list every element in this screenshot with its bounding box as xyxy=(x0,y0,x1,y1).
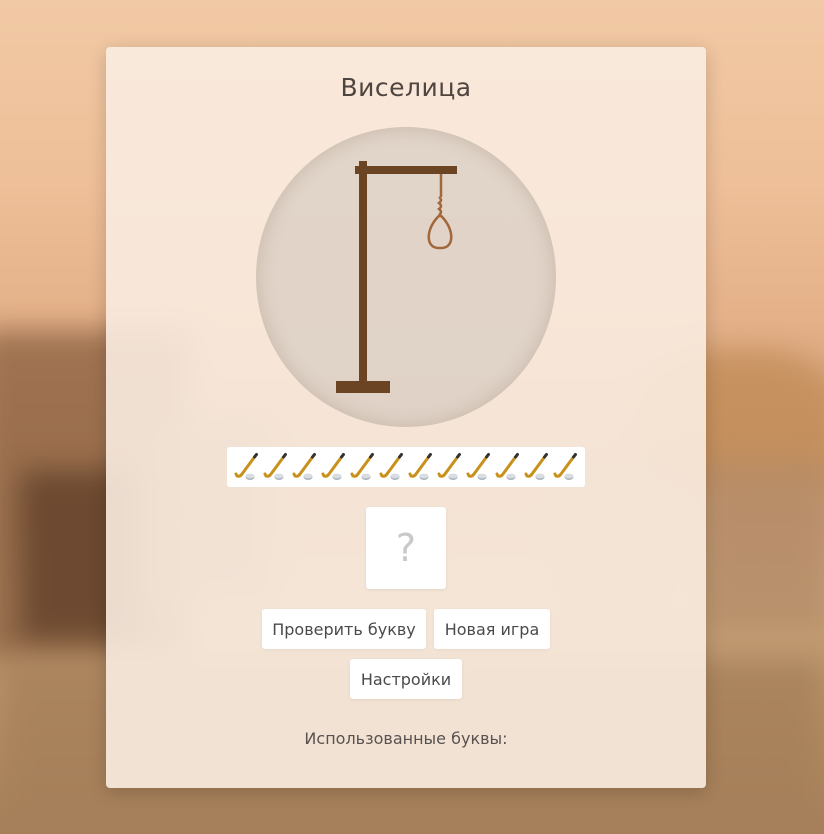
game-panel: Виселица Проверить букву Новая игра Наст… xyxy=(106,47,706,788)
used-letters-label: Использованные буквы: xyxy=(304,729,508,748)
hockey-stick-icon xyxy=(263,453,287,480)
hockey-stick-icon xyxy=(234,453,258,480)
hockey-stick-icon xyxy=(553,453,577,480)
letter-input[interactable] xyxy=(366,507,446,589)
hockey-stick-icon xyxy=(495,453,519,480)
hockey-stick-icon xyxy=(466,453,490,480)
hockey-stick-icon xyxy=(292,453,316,480)
hockey-stick-icon xyxy=(379,453,403,480)
new-game-button[interactable]: Новая игра xyxy=(434,609,550,649)
lives-bar xyxy=(227,447,585,487)
hockey-stick-icon xyxy=(321,453,345,480)
gallows-icon xyxy=(336,161,457,393)
game-title: Виселица xyxy=(340,73,472,102)
letter-input-box[interactable] xyxy=(366,507,446,589)
check-letter-button[interactable]: Проверить букву xyxy=(262,609,426,649)
hockey-stick-icon xyxy=(408,453,432,480)
hockey-stick-icon xyxy=(350,453,374,480)
hockey-stick-icon xyxy=(437,453,461,480)
hockey-stick-icon xyxy=(524,453,548,480)
gallows-area xyxy=(256,127,556,427)
settings-button[interactable]: Настройки xyxy=(350,659,462,699)
